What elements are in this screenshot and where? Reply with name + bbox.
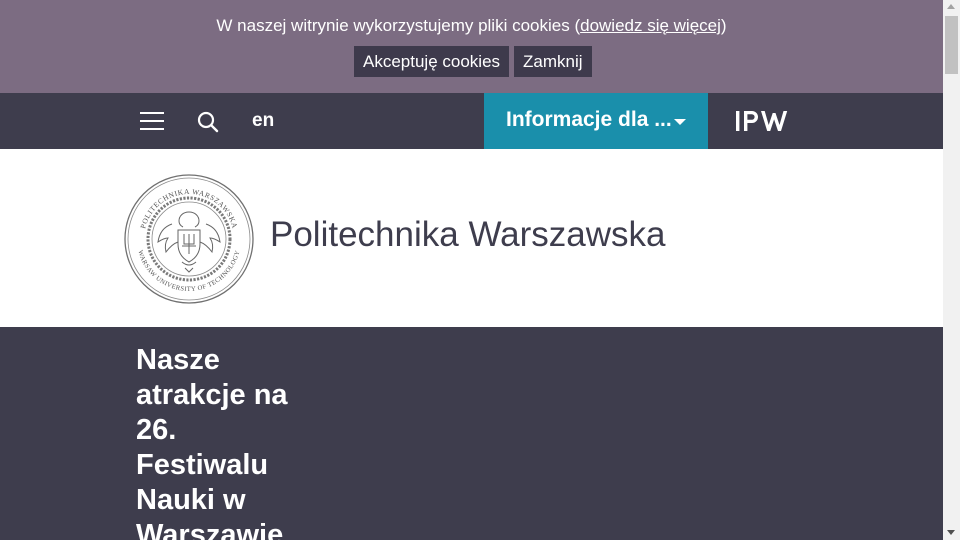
- chevron-down-icon: [674, 119, 686, 125]
- svg-text:POLITECHNIKA WARSZAWSKA: POLITECHNIKA WARSZAWSKA: [138, 187, 239, 230]
- language-switch-link[interactable]: en: [252, 110, 274, 132]
- scrollbar-thumb[interactable]: [945, 16, 958, 74]
- cookie-message-suffix: ): [720, 16, 727, 35]
- hero-headline[interactable]: Nasze atrakcje na 26. Festiwalu Nauki w …: [136, 343, 316, 540]
- svg-text:WARSAW UNIVERSITY OF TECHNOLOG: WARSAW UNIVERSITY OF TECHNOLOGY: [136, 249, 241, 293]
- accept-cookies-button[interactable]: Akceptuję cookies: [354, 46, 510, 77]
- scroll-up-arrow-icon[interactable]: [947, 4, 955, 9]
- search-icon[interactable]: [196, 110, 220, 134]
- hero-section: Nasze atrakcje na 26. Festiwalu Nauki w …: [0, 327, 943, 540]
- cookie-more-info-link[interactable]: dowiedz się więcej: [580, 16, 721, 35]
- university-seal-icon[interactable]: POLITECHNIKA WARSZAWSKA WARSAW UNIVERSIT…: [122, 172, 256, 306]
- cookie-message-text: W naszej witrynie wykorzystujemy pliki c…: [216, 16, 581, 35]
- information-for-dropdown[interactable]: Informacje dla ...: [484, 93, 708, 149]
- vertical-scrollbar[interactable]: [943, 0, 960, 540]
- seal-text-bottom: WARSAW UNIVERSITY OF TECHNOLOGY: [136, 249, 241, 293]
- site-header: POLITECHNIKA WARSZAWSKA WARSAW UNIVERSIT…: [0, 149, 943, 327]
- seal-text-top: POLITECHNIKA WARSZAWSKA: [138, 187, 239, 230]
- top-navigation: en Informacje dla ...: [0, 93, 943, 149]
- scroll-down-arrow-icon[interactable]: [947, 530, 955, 535]
- close-cookies-button[interactable]: Zamknij: [514, 46, 592, 77]
- site-title[interactable]: Politechnika Warszawska: [270, 215, 666, 255]
- ipw-logo[interactable]: [734, 109, 794, 138]
- cookie-bar: W naszej witrynie wykorzystujemy pliki c…: [0, 0, 943, 93]
- cookie-message: W naszej witrynie wykorzystujemy pliki c…: [0, 16, 943, 36]
- hamburger-menu-icon[interactable]: [140, 111, 164, 131]
- information-for-label: Informacje dla ...: [506, 108, 672, 131]
- page: W naszej witrynie wykorzystujemy pliki c…: [0, 0, 943, 540]
